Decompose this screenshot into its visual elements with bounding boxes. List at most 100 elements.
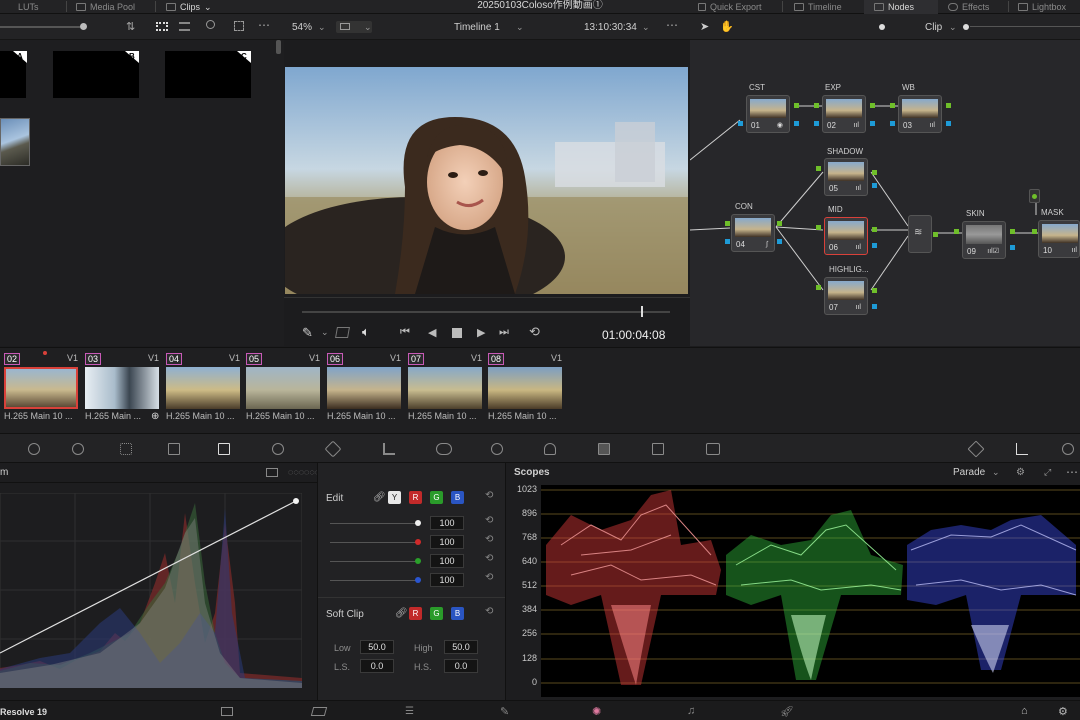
effects-tab[interactable]: Effects <box>948 0 989 14</box>
node-key-input[interactable] <box>814 121 819 126</box>
reset-icon[interactable]: ⟲ <box>485 534 493 545</box>
node-key-port[interactable] <box>946 121 951 126</box>
node-input-port[interactable] <box>816 285 821 290</box>
color-page-icon[interactable]: ✺ <box>592 705 601 718</box>
node-zoom-slider[interactable] <box>970 26 1080 27</box>
node-key-port[interactable] <box>872 304 877 309</box>
node-skin[interactable]: 09 ııl☑ <box>962 221 1006 259</box>
color-warper-icon[interactable] <box>272 443 284 455</box>
scope-settings-icon[interactable]: ⚙︎ <box>1016 467 1025 478</box>
clip-thumbnail-selected[interactable] <box>0 118 30 166</box>
softclip-b-button[interactable]: B <box>451 607 464 620</box>
node-output-port[interactable] <box>872 170 877 175</box>
fullscreen-icon[interactable] <box>234 21 244 31</box>
node-exp[interactable]: 02 ııl <box>822 95 866 133</box>
search-icon[interactable] <box>206 20 215 29</box>
node-wb[interactable]: 03 ııl <box>898 95 942 133</box>
chevron-down-icon[interactable]: ⌄ <box>321 327 329 338</box>
node-key-port[interactable] <box>872 183 877 188</box>
curve-graph[interactable] <box>0 493 302 688</box>
grid-view-icon[interactable] <box>156 22 168 31</box>
channel-r-button[interactable]: R <box>409 491 422 504</box>
chevron-down-icon[interactable]: ⌄ <box>318 22 326 33</box>
r-intensity-value[interactable]: 100 <box>430 535 464 549</box>
node-mode[interactable]: Clip <box>925 22 942 33</box>
g-intensity-slider[interactable] <box>330 561 420 562</box>
g-intensity-value[interactable]: 100 <box>430 554 464 568</box>
node-zoom-in[interactable] <box>963 24 969 30</box>
node-cst[interactable]: 01 ◉ <box>746 95 790 133</box>
sizing-icon[interactable] <box>652 443 664 455</box>
node-input-port[interactable] <box>816 225 821 230</box>
reverse-play-icon[interactable]: ◀︎ <box>428 326 436 339</box>
color-wheels-icon[interactable] <box>28 443 40 455</box>
eyedropper-icon[interactable]: ✎ <box>302 325 313 341</box>
pointer-icon[interactable]: ➤ <box>700 20 709 33</box>
magic-mask-icon[interactable] <box>491 443 503 455</box>
curve-presets-icon[interactable]: ◌◌◌◌◌◌ <box>288 467 320 477</box>
chevron-down-icon[interactable]: ⌄ <box>516 22 524 33</box>
link-icon[interactable]: 🔗︎ <box>373 492 386 503</box>
node-input-port[interactable] <box>725 221 730 226</box>
reset-icon[interactable]: ⟲ <box>485 515 493 526</box>
node-key-input[interactable] <box>738 121 743 126</box>
node-zoom-out[interactable] <box>879 24 885 30</box>
fusion-page-icon[interactable]: ✎ <box>500 705 509 718</box>
g-slider-handle[interactable] <box>415 558 421 564</box>
node-input-port[interactable] <box>954 229 959 234</box>
window-icon[interactable] <box>383 443 395 455</box>
reset-icon[interactable]: ⟲ <box>485 553 493 564</box>
3d-icon[interactable] <box>706 443 720 455</box>
link-icon[interactable]: 🔗︎ <box>395 608 408 619</box>
list-view-icon[interactable] <box>179 22 190 31</box>
r-slider-handle[interactable] <box>415 539 421 545</box>
node-input-port[interactable] <box>890 103 895 108</box>
chevron-down-icon[interactable]: ⌄ <box>642 22 650 33</box>
volume-icon[interactable]: 🔈︎ <box>362 324 370 340</box>
node-input-port[interactable] <box>816 166 821 171</box>
node-key-port[interactable] <box>1010 245 1015 250</box>
fairlight-page-icon[interactable]: ♫ <box>687 705 695 717</box>
hs-value[interactable]: 0.0 <box>444 659 478 673</box>
node-output-port[interactable] <box>872 227 877 232</box>
node-input-port[interactable] <box>814 103 819 108</box>
channel-g-button[interactable]: G <box>430 491 443 504</box>
node-con[interactable]: 04 ∫ <box>731 214 775 252</box>
node-key-port[interactable] <box>777 239 782 244</box>
more-options-icon[interactable]: ⋯ <box>666 18 678 32</box>
node-key-port[interactable] <box>794 121 799 126</box>
rgb-mixer-icon[interactable] <box>120 443 132 455</box>
layers-icon[interactable] <box>335 327 350 338</box>
deliver-page-icon[interactable]: 🚀︎ <box>780 705 794 718</box>
chevron-down-icon[interactable]: ⌄ <box>992 467 1000 478</box>
y-intensity-value[interactable]: 100 <box>430 516 464 530</box>
timeline-name[interactable]: Timeline 1 <box>454 22 500 33</box>
chevron-down-icon[interactable]: ⌄ <box>949 22 957 33</box>
home-icon[interactable]: ⌂ <box>1021 705 1028 717</box>
high-value[interactable]: 50.0 <box>444 640 478 654</box>
motion-effects-icon[interactable] <box>168 443 180 455</box>
r-intensity-slider[interactable] <box>330 542 420 543</box>
node-highlight[interactable]: 07 ııl <box>824 277 868 315</box>
go-to-start-icon[interactable]: ⏮︎ <box>400 326 410 339</box>
node-mask[interactable]: 10 ııl <box>1038 220 1080 258</box>
softclip-r-button[interactable]: R <box>409 607 422 620</box>
hand-icon[interactable]: ✋ <box>720 20 734 33</box>
reset-icon[interactable]: ⟲ <box>485 490 493 501</box>
channel-y-button[interactable]: Y <box>388 491 401 504</box>
node-key-port[interactable] <box>870 121 875 126</box>
node-key-port[interactable] <box>872 243 877 248</box>
scope-mode-dropdown[interactable]: Parade <box>953 467 985 478</box>
stop-icon[interactable] <box>452 328 462 338</box>
node-key-input[interactable] <box>725 239 730 244</box>
slider-handle[interactable] <box>80 23 87 30</box>
node-output-port[interactable] <box>1010 229 1015 234</box>
b-slider-handle[interactable] <box>415 577 421 583</box>
target-icon[interactable]: ⊕ <box>151 411 159 422</box>
media-pool-scrollbar[interactable] <box>276 40 281 54</box>
viewer-image[interactable] <box>285 67 688 294</box>
thumb-size-slider[interactable] <box>0 26 80 28</box>
info-icon[interactable] <box>1062 443 1074 455</box>
curve-mode-icon[interactable] <box>266 468 278 477</box>
key-icon[interactable] <box>598 443 610 455</box>
